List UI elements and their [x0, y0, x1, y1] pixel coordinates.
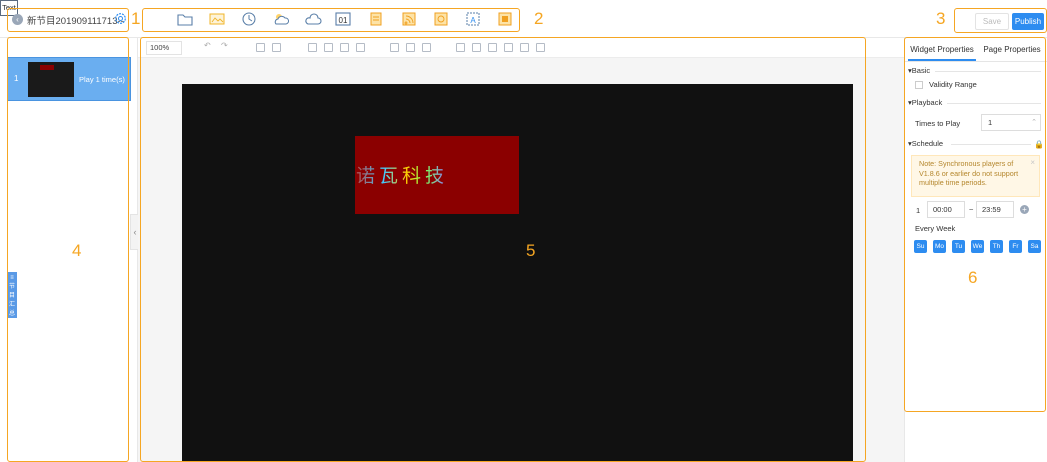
annotation-number-6: 6: [968, 268, 978, 287]
annotation-number-2: 2: [534, 9, 544, 28]
annotation-box-1: [7, 8, 129, 32]
annotation-number-1: 1: [131, 9, 141, 28]
annotation-box-4: [7, 37, 129, 462]
annotation-number-5: 5: [526, 241, 536, 260]
annotation-box-5: [140, 37, 866, 462]
annotation-number-3: 3: [936, 9, 946, 28]
annotation-box-2: [142, 8, 520, 32]
annotation-box-3: [954, 8, 1047, 33]
annotation-box-6: [904, 37, 1046, 412]
annotation-number-4: 4: [72, 241, 82, 260]
